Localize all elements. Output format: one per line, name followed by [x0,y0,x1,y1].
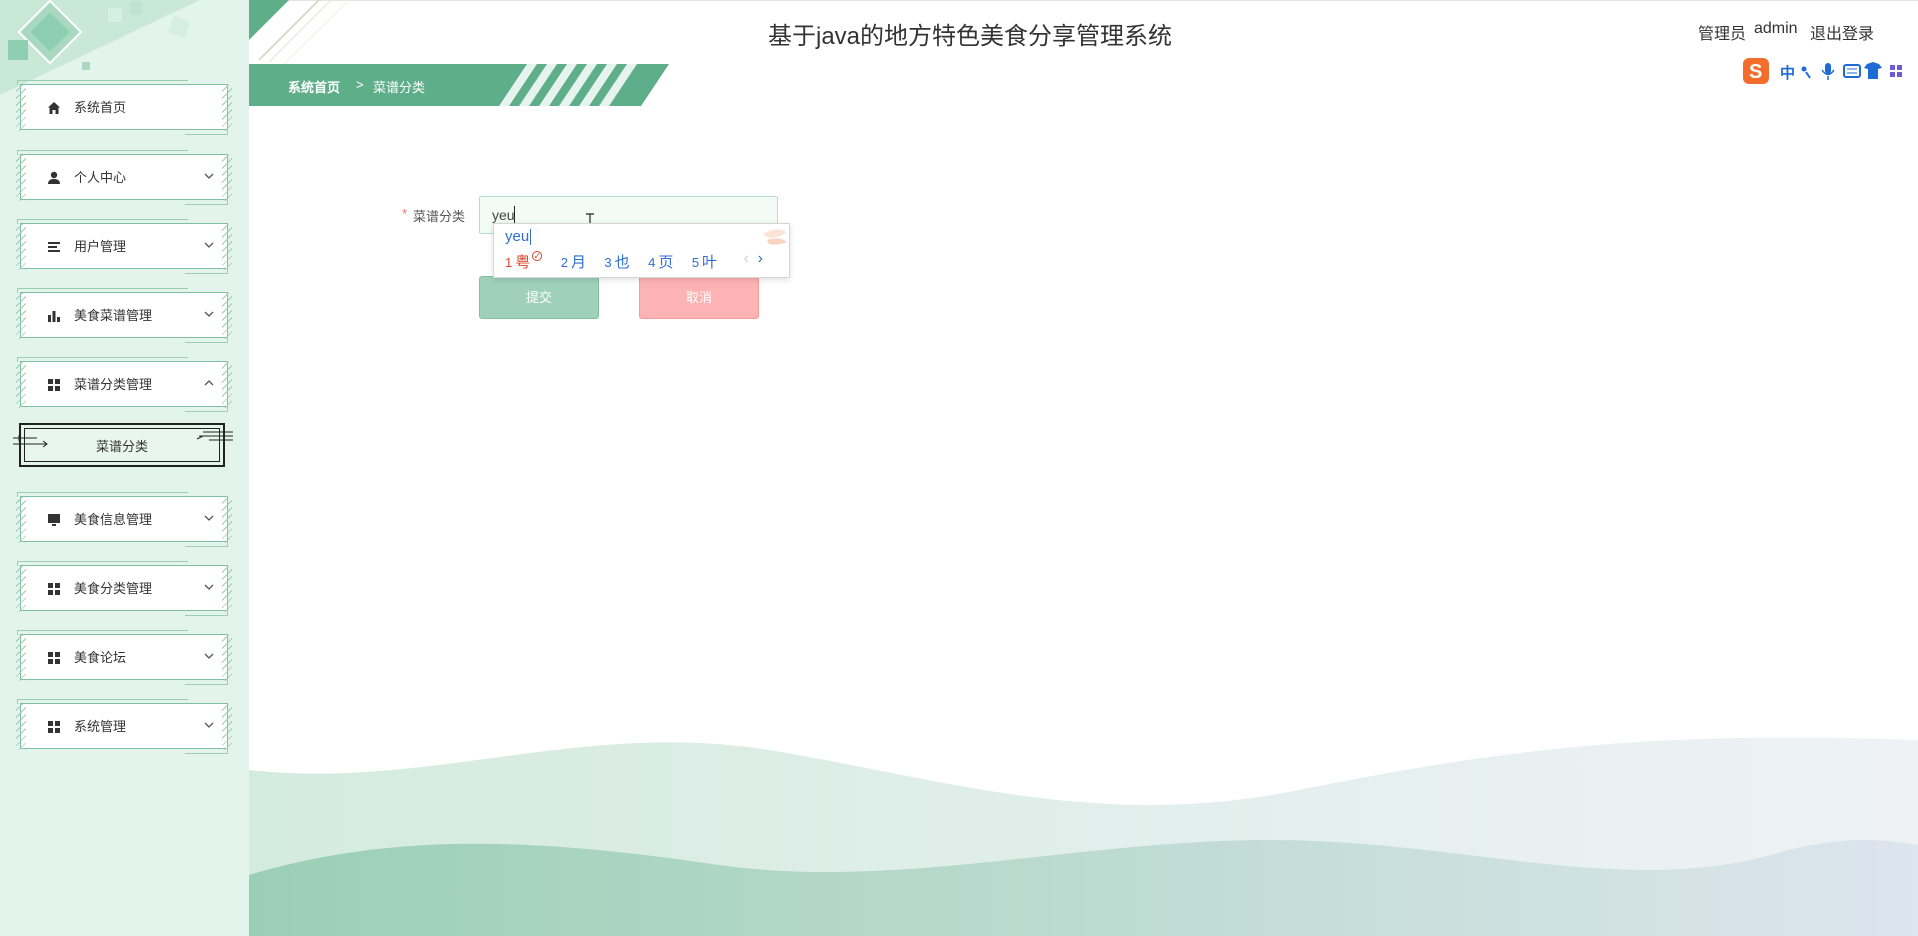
sidebar-item-label: 美食信息管理 [74,512,153,527]
ime-candidate[interactable]: 1 粤 ✓ [505,251,543,272]
home-icon [48,102,60,114]
hatch-decoration [222,566,232,612]
ime-skin-decoration [763,229,787,245]
sidebar-item-recipe-category[interactable]: 菜谱分类管理 [16,357,232,412]
submenu-frame: 菜谱分类 [24,428,220,462]
chevron-down-icon [204,311,214,317]
sidebar-item-label: 美食菜谱管理 [74,308,153,323]
user-icon [48,171,60,184]
list-icon [48,242,60,252]
breadcrumb-current: 菜谱分类 [373,80,426,95]
hatch-decoration [222,155,232,201]
hatch-decoration [222,362,232,408]
sidebar-item-label: 个人中心 [74,170,127,185]
hatch-decoration [16,704,26,750]
ime-toolbar[interactable]: S 中 [1740,57,1918,87]
chevron-down-icon [204,584,214,590]
chevron-down-icon [204,722,214,728]
recipe-category-label: 菜谱分类 [413,209,466,224]
hatch-decoration [222,497,232,543]
ime-caret [530,229,531,245]
sidebar-item-profile[interactable]: 个人中心 [16,150,232,205]
sidebar-item-forum[interactable]: 美食论坛 [16,630,232,685]
ime-pinyin: yeu [505,228,530,245]
hatch-decoration [222,85,232,131]
sidebar-item-users[interactable]: 用户管理 [16,219,232,274]
svg-text:中: 中 [1780,64,1795,82]
hatch-decoration [222,224,232,270]
monitor-icon [48,514,60,526]
breadcrumb-home[interactable]: 系统首页 [288,77,340,96]
sidebar: 系统首页 个人中心 用户管理 美食菜谱管理 菜谱分类管理 菜谱分类 美食信息管理… [0,0,249,936]
sidebar-item-label: 系统首页 [74,100,127,115]
hatch-decoration [16,155,26,201]
hatch-decoration [222,293,232,339]
hatch-decoration [16,635,26,681]
submit-button[interactable]: 提交 [479,276,599,319]
page-title: 基于java的地方特色美食分享管理系统 [767,23,1173,50]
grid-icon [48,652,60,664]
ime-prev-page[interactable]: ‹ [744,250,749,268]
breadcrumb-separator: > [356,77,364,92]
chevron-down-icon [204,515,214,521]
user-name: admin [1754,20,1798,37]
arrow-right-icon [13,435,48,447]
chevron-down-icon [204,242,214,248]
hatch-decoration [16,497,26,543]
bar-chart-icon [48,311,60,322]
chevron-down-icon [204,653,214,659]
sidebar-item-home[interactable]: 系统首页 [16,80,232,135]
sidebar-item-label: 美食分类管理 [74,581,153,596]
cancel-button[interactable]: 取消 [639,276,759,319]
hatch-decoration [16,224,26,270]
submenu-item-recipe-category[interactable]: 菜谱分类 [13,423,233,467]
submenu-item-label: 菜谱分类 [95,439,148,454]
ime-next-page[interactable]: › [758,250,763,268]
sidebar-item-label: 用户管理 [74,239,127,254]
sidebar-item-system[interactable]: 系统管理 [16,699,232,754]
sidebar-item-recipes[interactable]: 美食菜谱管理 [16,288,232,343]
background-waves [249,737,1918,936]
header-decoration [249,0,350,65]
hatch-decoration [16,362,26,408]
chevron-up-icon [204,380,214,386]
hatch-decoration [16,85,26,131]
logout-link[interactable]: 退出登录 [1810,20,1874,44]
chevron-down-icon [204,173,214,179]
ime-candidate-window: yeu 1 粤 ✓ 2月 3也 4页 5叶 ‹ › [493,223,790,278]
hatch-decoration [222,635,232,681]
ime-candidate[interactable]: 3也 [604,251,629,272]
ime-candidate[interactable]: 4页 [648,251,673,272]
header-divider [249,0,1918,1]
hatch-decoration [222,704,232,750]
arrow-left-icon [196,431,233,441]
grid-icon [48,721,60,733]
ime-candidate[interactable]: 2月 [561,251,586,272]
grid-icon [48,379,60,391]
sidebar-item-food-info[interactable]: 美食信息管理 [16,492,232,547]
grid-icon [48,583,60,595]
sidebar-item-label: 美食论坛 [74,650,127,665]
text-caret [514,206,515,223]
ime-candidate[interactable]: 5叶 [692,251,717,272]
hatch-decoration [16,293,26,339]
sidebar-item-label: 菜谱分类管理 [74,377,153,392]
sidebar-item-label: 系统管理 [74,719,127,734]
user-role: 管理员 [1698,26,1747,43]
ime-candidate-list: 1 粤 ✓ 2月 3也 4页 5叶 [505,251,731,273]
sidebar-item-food-category[interactable]: 美食分类管理 [16,561,232,616]
hatch-decoration [16,566,26,612]
required-mark: * [402,206,408,221]
svg-text:S: S [1749,61,1762,83]
